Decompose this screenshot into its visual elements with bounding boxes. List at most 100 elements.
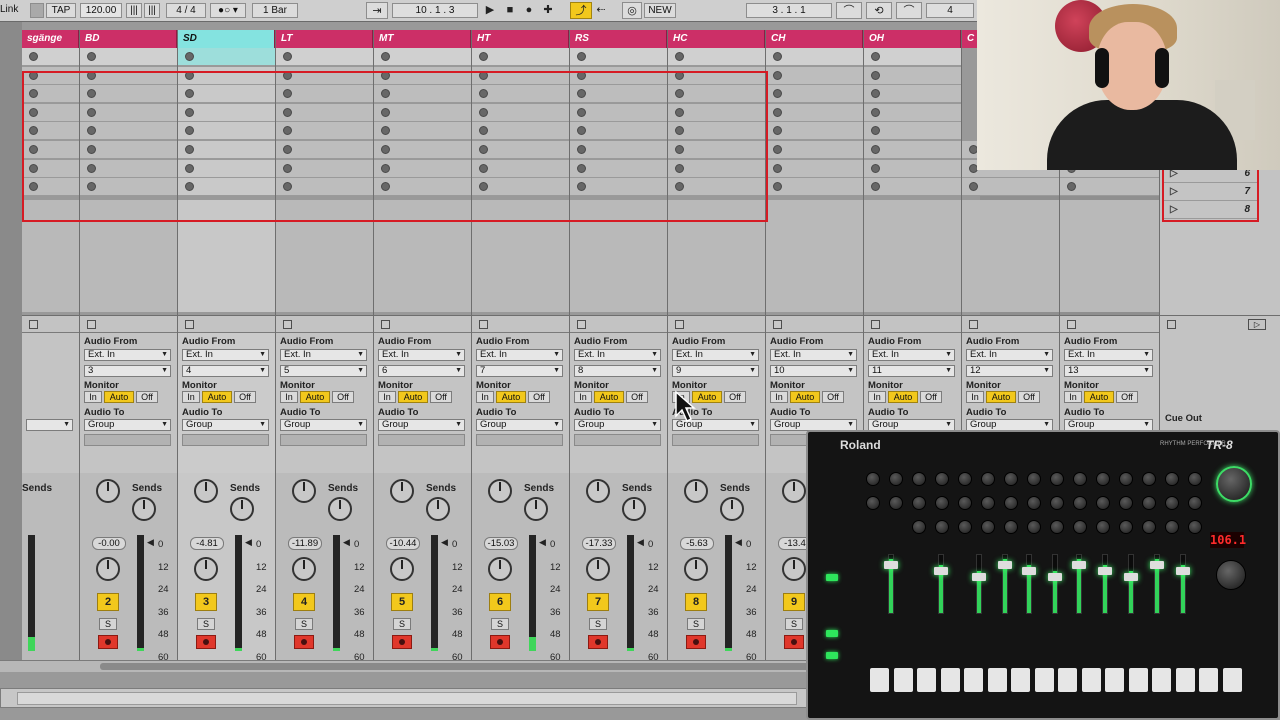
monitor-off-button[interactable]: Off: [920, 391, 942, 403]
clip-record-button-icon[interactable]: [185, 182, 194, 192]
input-channel-select[interactable]: 3: [84, 365, 171, 377]
volume-slider-icon[interactable]: ◀: [245, 537, 252, 548]
clip-slot[interactable]: [472, 159, 569, 178]
send-a-knob[interactable]: [488, 479, 512, 503]
clip-record-button-icon[interactable]: [773, 126, 782, 136]
volume-slider-icon[interactable]: ◀: [441, 537, 448, 548]
clip-record-button-icon[interactable]: [29, 145, 38, 154]
track-title[interactable]: RS: [570, 30, 667, 48]
clip-record-button-icon[interactable]: [381, 89, 390, 99]
track-volume-field[interactable]: -5.63: [680, 537, 714, 550]
clip-slot[interactable]: [22, 141, 79, 159]
clip-record-button-icon[interactable]: [479, 145, 488, 154]
clip-slot[interactable]: [864, 141, 961, 159]
clip-record-button-icon[interactable]: [577, 89, 586, 99]
send-b-knob[interactable]: [132, 497, 156, 521]
clip-slot[interactable]: [22, 48, 79, 66]
scene-launch-icon[interactable]: ▷: [1170, 201, 1178, 219]
clip-record-button-icon[interactable]: [283, 52, 292, 61]
play-icon[interactable]: ▶: [482, 2, 498, 19]
clip-record-button-icon[interactable]: [871, 70, 880, 80]
audio-to-select[interactable]: Group: [378, 419, 465, 431]
quantize-menu[interactable]: 1 Bar: [252, 3, 298, 18]
clip-record-button-icon[interactable]: [479, 70, 488, 80]
clip-record-button-icon[interactable]: [1067, 182, 1076, 192]
track-volume-field[interactable]: -10.44: [386, 537, 420, 550]
clip-slot[interactable]: [178, 48, 275, 66]
clip-slot[interactable]: [276, 178, 373, 197]
monitor-off-button[interactable]: Off: [528, 391, 550, 403]
input-channel-select[interactable]: 7: [476, 365, 563, 377]
clip-slot[interactable]: [80, 141, 177, 159]
audio-to-select[interactable]: [26, 419, 73, 431]
metronome-toggle[interactable]: ●○ ▾: [210, 3, 246, 18]
clip-slot[interactable]: [766, 66, 863, 85]
pan-knob[interactable]: [390, 557, 414, 581]
clip-slot[interactable]: [570, 66, 667, 85]
clip-record-button-icon[interactable]: [381, 126, 390, 136]
track-activator-button[interactable]: 4: [293, 593, 315, 611]
clip-record-button-icon[interactable]: [185, 70, 194, 80]
clip-slot[interactable]: [766, 159, 863, 178]
loop-start-field[interactable]: 3 . 1 . 1: [746, 3, 832, 18]
clip-slot[interactable]: [178, 141, 275, 159]
solo-button[interactable]: S: [99, 618, 117, 630]
clip-record-button-icon[interactable]: [773, 52, 782, 61]
track-volume-field[interactable]: -17.33: [582, 537, 616, 550]
clip-slot[interactable]: [80, 122, 177, 141]
track-volume-field[interactable]: -4.81: [190, 537, 224, 550]
clip-slot[interactable]: [22, 178, 79, 197]
send-b-knob[interactable]: [230, 497, 254, 521]
arm-button[interactable]: [686, 635, 706, 649]
monitor-off-button[interactable]: Off: [1018, 391, 1040, 403]
track-activator-button[interactable]: 8: [685, 593, 707, 611]
clip-slot[interactable]: [570, 85, 667, 104]
clip-record-button-icon[interactable]: [185, 107, 194, 117]
stop-all-icon[interactable]: [1167, 320, 1176, 329]
audio-from-select[interactable]: Ext. In: [868, 349, 955, 361]
clip-slot[interactable]: [472, 85, 569, 104]
clip-record-button-icon[interactable]: [479, 89, 488, 99]
solo-button[interactable]: S: [295, 618, 313, 630]
clip-record-button-icon[interactable]: [381, 107, 390, 117]
arm-button[interactable]: [588, 635, 608, 649]
clip-record-button-icon[interactable]: [479, 107, 488, 117]
clip-slot[interactable]: [472, 141, 569, 159]
clip-slot[interactable]: [570, 141, 667, 159]
clip-stop-icon[interactable]: [675, 320, 684, 329]
link-button[interactable]: Link: [0, 3, 22, 18]
solo-button[interactable]: S: [197, 618, 215, 630]
input-channel-select[interactable]: 11: [868, 365, 955, 377]
send-a-knob[interactable]: [782, 479, 806, 503]
monitor-in-button[interactable]: In: [868, 391, 886, 403]
arm-button[interactable]: [392, 635, 412, 649]
tap-button[interactable]: TAP: [46, 3, 76, 18]
send-a-knob[interactable]: [684, 479, 708, 503]
track-activator-button[interactable]: 5: [391, 593, 413, 611]
clip-record-button-icon[interactable]: [29, 163, 38, 173]
clip-record-button-icon[interactable]: [675, 145, 684, 154]
clip-slot[interactable]: [374, 159, 471, 178]
audio-to-select[interactable]: Group: [280, 419, 367, 431]
clip-slot[interactable]: [178, 85, 275, 104]
clip-record-button-icon[interactable]: [577, 107, 586, 117]
clip-record-button-icon[interactable]: [87, 107, 96, 117]
audio-to-select[interactable]: Group: [574, 419, 661, 431]
input-channel-select[interactable]: 5: [280, 365, 367, 377]
clip-record-button-icon[interactable]: [871, 126, 880, 136]
clip-slot[interactable]: [668, 66, 765, 85]
clip-record-button-icon[interactable]: [773, 182, 782, 192]
follow-icon[interactable]: ⇥: [366, 2, 388, 19]
session-record-icon[interactable]: ◎: [622, 2, 642, 19]
clip-slot[interactable]: [374, 141, 471, 159]
loop-length-field[interactable]: 4: [926, 3, 974, 18]
clip-slot[interactable]: [80, 159, 177, 178]
monitor-auto-button[interactable]: Auto: [398, 391, 428, 403]
monitor-auto-button[interactable]: Auto: [202, 391, 232, 403]
clip-record-button-icon[interactable]: [29, 89, 38, 99]
send-b-knob[interactable]: [328, 497, 352, 521]
clip-record-button-icon[interactable]: [871, 89, 880, 99]
clip-slot[interactable]: [80, 178, 177, 197]
volume-slider-icon[interactable]: ◀: [343, 537, 350, 548]
track-title[interactable]: HT: [472, 30, 569, 48]
